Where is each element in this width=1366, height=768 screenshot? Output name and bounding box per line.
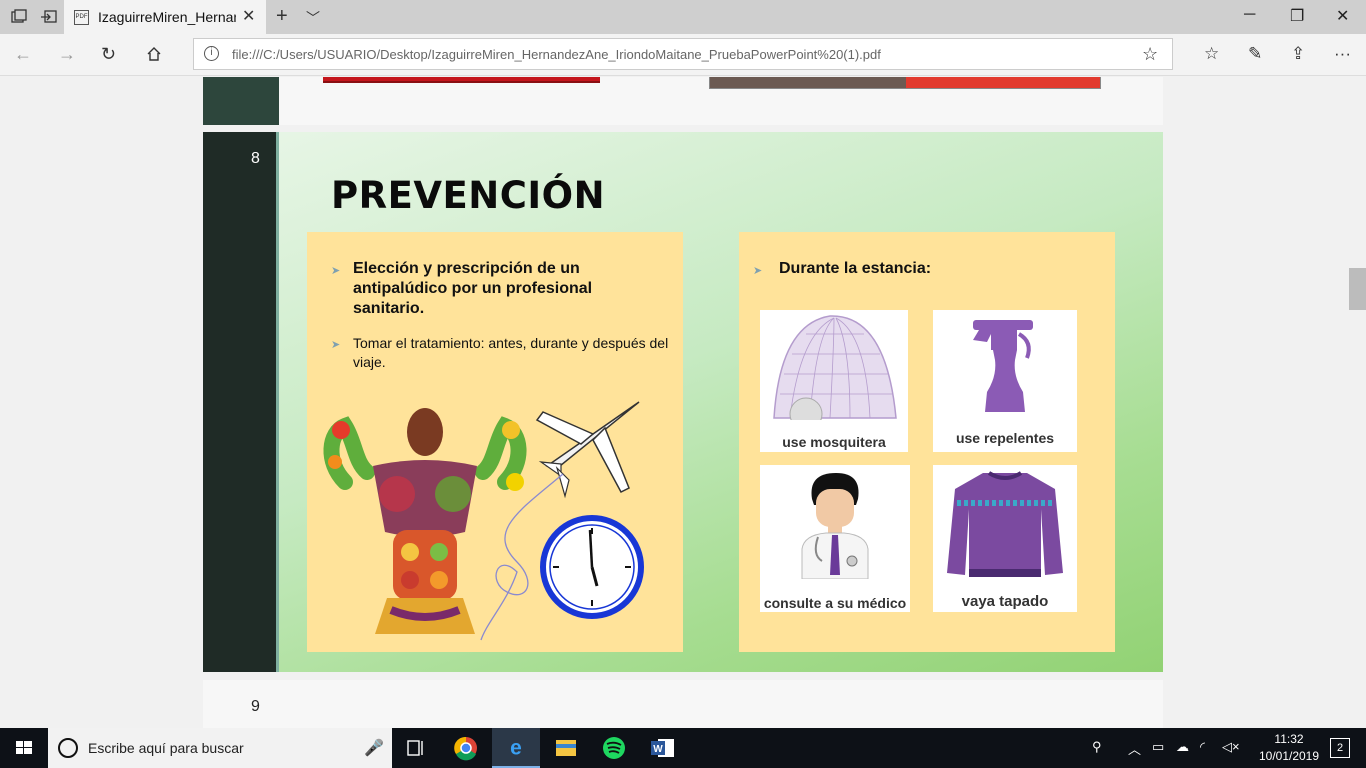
pdf-icon: PDF [74, 10, 89, 25]
chevron-down-icon[interactable]: ﹀ [306, 8, 320, 28]
slide-photo [709, 77, 1101, 89]
minimize-icon[interactable]: ─ [1244, 6, 1255, 24]
next-slide: 9 [203, 680, 1163, 728]
slide-sidebar [203, 132, 279, 672]
slide-title: PREVENCIÓN [331, 174, 606, 217]
clock-date: 10/01/2019 [1258, 749, 1320, 763]
right-panel-heading: Durante la estancia: [779, 260, 932, 277]
right-panel: ➤ Durante la estancia: use mosquitera us… [739, 232, 1115, 652]
bullet-arrow-icon: ➤ [331, 265, 341, 277]
pen-icon[interactable]: ✎ [1248, 44, 1262, 64]
forward-icon[interactable]: → [58, 44, 76, 65]
close-window-icon[interactable]: ✕ [1336, 6, 1349, 26]
word-icon[interactable]: W [638, 728, 686, 768]
navigation-bar: ← → ↻ i file:///C:/Users/USUARIO/Desktop… [0, 34, 1366, 76]
favorite-star-icon[interactable]: ☆ [1142, 44, 1158, 65]
pdf-viewer[interactable]: 8 PREVENCIÓN ➤ Elección y prescripción d… [0, 77, 1366, 728]
slide-number: 9 [251, 698, 260, 715]
vertical-scrollbar-thumb[interactable] [1349, 268, 1366, 310]
address-bar[interactable]: i file:///C:/Users/USUARIO/Desktop/Izagu… [193, 38, 1173, 70]
windows-start-icon[interactable] [0, 728, 48, 768]
refresh-icon[interactable]: ↻ [101, 44, 116, 65]
tab-close-icon[interactable]: ✕ [242, 6, 255, 26]
taskbar: Escribe aquí para buscar 🎤 e W ⚲ ︿ ▭ ☁ ◜… [0, 728, 1366, 768]
doctor-image [801, 473, 869, 579]
tile-caption-sweater: vaya tapado [961, 593, 1049, 610]
bullet-arrow-icon: ➤ [331, 339, 341, 351]
slide-sidebar [203, 77, 279, 125]
mosquito-net-image [773, 315, 897, 420]
svg-text:W: W [653, 744, 663, 755]
favorites-icon[interactable]: ☆ [1204, 44, 1219, 64]
battery-icon[interactable]: ▭ [1152, 739, 1164, 755]
tile-doctor: consulte a su médico [760, 465, 910, 612]
restore-icon[interactable]: ❐ [1290, 6, 1304, 26]
title-bar: PDF IzaguirreMiren_HernandezAne_IriondoM… [0, 0, 1366, 34]
taskbar-clock[interactable]: 11:32 10/01/2019 [1254, 731, 1324, 765]
left-panel: ➤ Elección y prescripción de un antipalú… [307, 232, 683, 652]
tile-sweater: vaya tapado [933, 465, 1077, 612]
onedrive-icon[interactable]: ☁ [1176, 739, 1189, 755]
spotify-icon[interactable] [590, 728, 638, 768]
search-placeholder: Escribe aquí para buscar [88, 740, 244, 756]
tab-title: IzaguirreMiren_HernandezAne_IriondoMaita… [98, 9, 236, 25]
slide-number: 8 [251, 150, 260, 167]
tile-caption-doctor: consulte a su médico [763, 595, 907, 611]
chevron-up-icon[interactable]: ︿ [1128, 739, 1141, 758]
bullet-prescription: Elección y prescripción de un antipalúdi… [353, 260, 593, 317]
more-icon[interactable]: ··· [1334, 44, 1351, 64]
notification-center-icon[interactable]: 2 [1330, 738, 1350, 758]
clock-image [540, 515, 644, 619]
share-icon[interactable]: ⇪ [1291, 44, 1305, 64]
file-explorer-icon[interactable] [542, 728, 590, 768]
cortana-icon[interactable] [58, 738, 78, 758]
spray-bottle-image [973, 320, 1033, 412]
tile-caption-repellent: use repelentes [955, 430, 1055, 446]
wifi-icon[interactable]: ◜ [1200, 739, 1205, 755]
taskbar-search[interactable]: Escribe aquí para buscar 🎤 [48, 728, 392, 768]
bullet-treatment: Tomar el tratamiento: antes, durante y d… [353, 335, 669, 370]
slide-graphic [323, 77, 600, 83]
people-icon[interactable]: ⚲ [1092, 739, 1102, 755]
tile-mosquito-net: use mosquitera [760, 310, 908, 452]
microphone-icon[interactable]: 🎤 [364, 738, 384, 758]
info-icon[interactable]: i [204, 46, 219, 61]
svg-text:e: e [510, 737, 522, 760]
task-view-icon[interactable] [392, 728, 440, 768]
volume-icon[interactable]: ◁× [1222, 739, 1240, 755]
tab-active[interactable]: PDF IzaguirreMiren_HernandezAne_IriondoM… [64, 0, 266, 34]
home-icon[interactable] [146, 46, 162, 62]
sweater-image [947, 471, 1063, 577]
bullet-arrow-icon: ➤ [753, 265, 763, 277]
chrome-icon[interactable] [442, 728, 490, 768]
tile-caption-mosquito-net: use mosquitera [782, 434, 886, 450]
back-icon[interactable]: ← [14, 44, 32, 65]
new-tab-icon[interactable]: + [276, 5, 288, 28]
previous-slide [203, 77, 1163, 125]
url-text[interactable]: file:///C:/Users/USUARIO/Desktop/Izaguir… [232, 47, 881, 62]
edge-icon[interactable]: e [492, 728, 540, 768]
slide-8: 8 PREVENCIÓN ➤ Elección y prescripción d… [203, 132, 1163, 672]
tile-repellent: use repelentes [933, 310, 1077, 452]
clock-time: 11:32 [1274, 732, 1304, 746]
set-tabs-aside-icon[interactable] [40, 8, 58, 26]
tab-actions-icon[interactable] [10, 8, 28, 26]
